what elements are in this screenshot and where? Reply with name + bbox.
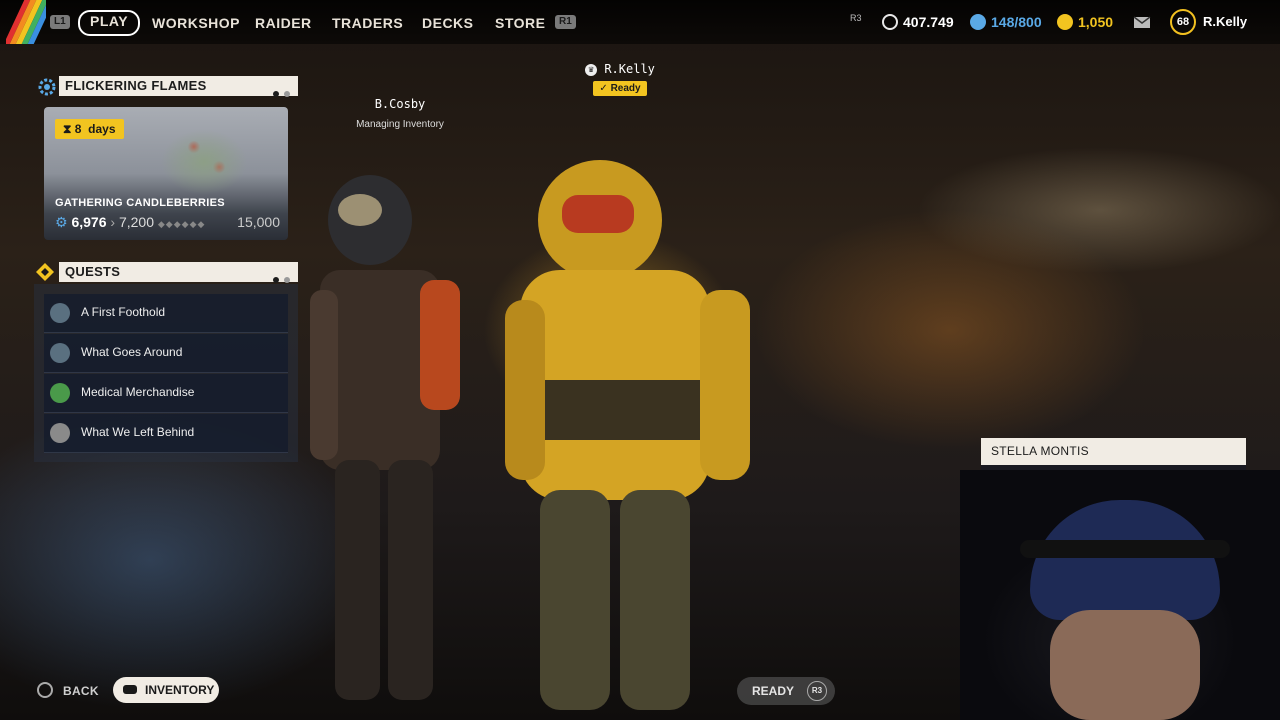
progress-max: 15,000 xyxy=(237,214,280,230)
circle-button-icon xyxy=(37,682,53,698)
quests-header[interactable]: QUESTS xyxy=(59,262,298,283)
headphones-shape xyxy=(1020,540,1230,558)
coins-stat: 407.749 xyxy=(882,12,954,32)
player-tag-bcosby: B.Cosby Managing Inventory xyxy=(340,97,460,130)
quest-label: Medical Merchandise xyxy=(81,385,195,399)
coins-value: 407.749 xyxy=(903,14,954,30)
ready-label: READY xyxy=(752,684,795,698)
quest-giver-icon xyxy=(50,423,70,443)
tab-workshop[interactable]: WORKSHOP xyxy=(152,12,240,34)
quest-item[interactable]: What Goes Around xyxy=(44,334,288,373)
username[interactable]: R.Kelly xyxy=(1203,12,1247,32)
inventory-label: INVENTORY xyxy=(145,683,215,697)
tab-raider[interactable]: RAIDER xyxy=(255,12,312,34)
coin-icon xyxy=(882,14,898,30)
game-logo xyxy=(6,0,46,44)
capacity-icon xyxy=(970,14,986,30)
inventory-button[interactable]: INVENTORY xyxy=(113,677,219,703)
r1-hint: R1 xyxy=(555,15,576,29)
quest-item[interactable]: Medical Merchandise xyxy=(44,374,288,413)
days-remaining-badge: ⧗ 8 days xyxy=(55,119,124,139)
event-card[interactable]: ⧗ 8 days GATHERING CANDLEBERRIES ⚙ 6,976… xyxy=(44,107,288,240)
player-status: Managing Inventory xyxy=(356,119,444,130)
event-progress: ⚙ 6,976 › 7,200 ◆◆◆◆◆◆ 15,000 xyxy=(55,214,280,230)
quest-giver-icon xyxy=(50,383,70,403)
player-name: R.Kelly xyxy=(604,62,655,76)
top-nav-bar: L1 PLAY WORKSHOP RAIDER TRADERS DECKS ST… xyxy=(0,0,1280,44)
back-label: BACK xyxy=(63,684,99,698)
tab-play[interactable]: PLAY xyxy=(78,10,141,36)
capacity-value: 148/800 xyxy=(991,14,1042,30)
back-button[interactable]: BACK xyxy=(37,682,99,698)
quest-label: A First Foothold xyxy=(81,305,166,319)
token-icon xyxy=(1057,14,1073,30)
capacity-stat: 148/800 xyxy=(970,12,1042,32)
event-title: FLICKERING FLAMES xyxy=(65,78,207,93)
webcam-overlay xyxy=(960,470,1280,720)
touchpad-icon xyxy=(123,685,137,694)
player-name: B.Cosby xyxy=(374,97,426,111)
player-tag-rkelly: ♛ R.Kelly ✓ Ready xyxy=(572,62,668,96)
days-unit: days xyxy=(88,122,116,136)
days-value: 8 xyxy=(74,122,82,136)
quest-item[interactable]: A First Foothold xyxy=(44,294,288,333)
quest-icon xyxy=(36,263,54,281)
characters-scene xyxy=(310,160,750,710)
ready-button[interactable]: READY R3 xyxy=(737,677,835,705)
quest-label: What Goes Around xyxy=(81,345,183,359)
quest-giver-icon xyxy=(50,303,70,323)
location-title: STELLA MONTIS xyxy=(981,438,1246,465)
tokens-value: 1,050 xyxy=(1078,14,1114,30)
event-header[interactable]: FLICKERING FLAMES xyxy=(59,76,298,97)
face-shape xyxy=(1050,610,1200,720)
progress-current: 6,976 xyxy=(71,214,107,230)
gear-icon xyxy=(38,78,56,96)
l1-hint: L1 xyxy=(50,15,70,29)
level-badge: 68 xyxy=(1170,9,1196,35)
tab-traders[interactable]: TRADERS xyxy=(332,12,403,34)
mail-icon[interactable] xyxy=(1133,15,1151,29)
tab-decks[interactable]: DECKS xyxy=(422,12,474,34)
tab-store[interactable]: STORE xyxy=(495,12,545,34)
event-task-name: GATHERING CANDLEBERRIES xyxy=(55,197,225,209)
quests-title: QUESTS xyxy=(65,264,121,279)
r3-hint: R3 xyxy=(850,13,862,23)
ready-status-badge: ✓ Ready xyxy=(593,81,647,96)
gear-small-icon: ⚙ xyxy=(55,214,68,230)
quest-giver-icon xyxy=(50,343,70,363)
cap-shape xyxy=(1030,500,1220,620)
r3-button-icon: R3 xyxy=(807,681,827,701)
event-page-dots xyxy=(268,83,290,103)
tokens-stat: 1,050 xyxy=(1057,12,1113,32)
progress-next: 7,200 xyxy=(118,214,154,230)
quest-label: What We Left Behind xyxy=(81,425,195,439)
crown-icon: ♛ xyxy=(585,64,598,76)
ready-status-text: Ready xyxy=(610,83,641,94)
quest-item[interactable]: What We Left Behind xyxy=(44,414,288,453)
hourglass-icon: ⧗ xyxy=(63,122,72,136)
quest-list: A First Foothold What Goes Around Medica… xyxy=(34,284,298,462)
